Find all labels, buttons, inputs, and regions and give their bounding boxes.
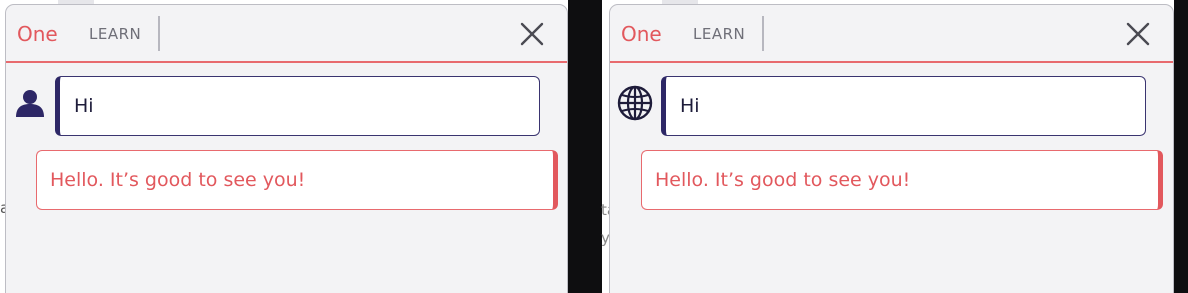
close-button[interactable] — [520, 22, 544, 46]
user-icon — [16, 90, 44, 117]
user-message-text: Hi — [74, 95, 94, 117]
panel-header: One LEARN — [610, 5, 1173, 63]
assistant-reply-text: Hello. It’s good to see you! — [50, 169, 306, 191]
learn-tab[interactable]: LEARN — [89, 24, 141, 44]
brand-tab[interactable]: One — [17, 21, 58, 47]
assistant-reply-bubble: Hello. It’s good to see you! — [641, 150, 1163, 210]
panel-header: One LEARN — [6, 5, 567, 63]
chat-panel-right: One LEARN Hi Hello. It’s good to see you… — [609, 4, 1174, 293]
screenshot-stage: a ta y One LEARN Hi Hello. It’s goo — [0, 0, 1188, 293]
globe-icon — [617, 85, 653, 121]
background-separator — [578, 0, 602, 293]
user-message-bubble[interactable]: Hi — [55, 76, 540, 136]
assistant-reply-bubble: Hello. It’s good to see you! — [36, 150, 558, 210]
dark-gap-right — [1174, 0, 1188, 293]
user-avatar — [14, 87, 46, 119]
brand-tab[interactable]: One — [621, 21, 662, 47]
close-icon — [1126, 22, 1150, 46]
learn-tab[interactable]: LEARN — [693, 24, 745, 44]
header-divider — [762, 16, 764, 51]
user-message-text: Hi — [680, 95, 700, 117]
close-button[interactable] — [1126, 22, 1150, 46]
user-message-bubble[interactable]: Hi — [661, 76, 1146, 136]
dark-gap-left — [568, 0, 578, 293]
close-icon — [520, 22, 544, 46]
header-divider — [158, 16, 160, 51]
chat-panel-left: One LEARN Hi Hello. It’s good to see you… — [5, 4, 568, 293]
assistant-reply-text: Hello. It’s good to see you! — [655, 169, 911, 191]
globe-avatar — [617, 85, 653, 121]
